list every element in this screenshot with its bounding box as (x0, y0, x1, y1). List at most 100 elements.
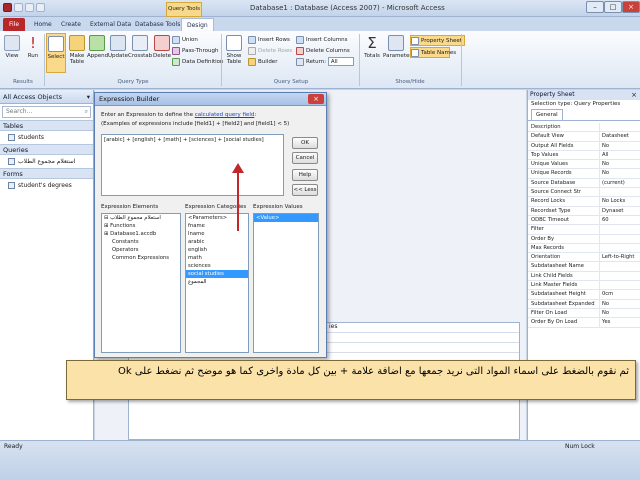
update-button[interactable]: Update (108, 35, 128, 59)
insert-columns-button[interactable]: Insert Columns (296, 35, 354, 46)
data-definition-button[interactable]: Data Definition (172, 57, 224, 68)
list-item[interactable]: ⊞ Database1.accdb (102, 230, 180, 238)
view-button[interactable]: View (2, 35, 22, 59)
table-names-button[interactable]: Table Names (410, 47, 456, 58)
list-item[interactable]: Constants (102, 238, 180, 246)
property-sheet-button[interactable]: Property Sheet (410, 35, 465, 46)
property-value[interactable]: No (600, 169, 640, 177)
list-item[interactable]: ⊞ Functions (102, 222, 180, 230)
tab-file[interactable]: File (3, 18, 25, 31)
property-value[interactable] (600, 262, 640, 270)
property-row[interactable]: Filter (528, 225, 640, 235)
minimize-button[interactable]: – (586, 1, 604, 13)
select-button[interactable]: Select (46, 33, 66, 73)
undo-icon[interactable] (25, 3, 34, 12)
nav-section-forms[interactable]: Forms (0, 168, 93, 179)
tab-home[interactable]: Home (29, 18, 57, 31)
values-list[interactable]: <Value> (253, 213, 319, 353)
property-value[interactable] (600, 235, 640, 243)
property-value[interactable]: All (600, 151, 640, 159)
list-item[interactable]: math (186, 254, 248, 262)
totals-button[interactable]: Σ Totals (362, 35, 382, 59)
nav-section-tables[interactable]: Tables (0, 120, 93, 131)
property-value[interactable] (600, 272, 640, 280)
property-value[interactable]: (current) (600, 179, 640, 187)
property-value[interactable]: Datasheet (600, 132, 640, 140)
property-row[interactable]: Subdatasheet Height 0cm (528, 290, 640, 300)
property-row[interactable]: ODBC Timeout 60 (528, 215, 640, 226)
show-table-button[interactable]: Show Table (223, 35, 245, 65)
property-row[interactable]: Record Locks No Locks (528, 197, 640, 207)
cancel-button[interactable]: Cancel (292, 152, 318, 164)
calculated-field-link[interactable]: calculated query field (195, 112, 255, 118)
parameters-button[interactable]: Parameters (383, 35, 414, 59)
run-button[interactable]: ! Run (23, 35, 43, 59)
insert-rows-button[interactable]: Insert Rows (248, 35, 292, 46)
property-value[interactable]: No (600, 300, 640, 308)
dialog-close-button[interactable]: × (308, 94, 324, 104)
delete-button[interactable]: Delete (152, 35, 172, 59)
list-item[interactable]: <Value> (254, 214, 318, 222)
property-row[interactable]: Top Values All (528, 150, 640, 161)
ok-button[interactable]: OK (292, 137, 318, 149)
property-value[interactable]: No (600, 160, 640, 168)
categories-list[interactable]: <Parameters> fname lname arabic english math s… (185, 213, 249, 353)
maximize-button[interactable]: □ (604, 1, 622, 13)
nav-item-total-query[interactable]: استعلام مجموع الطلاب (0, 155, 93, 168)
builder-button[interactable]: Builder (248, 57, 292, 68)
chevron-down-icon[interactable]: ▾ (87, 90, 90, 104)
property-row[interactable]: Max Records (528, 243, 640, 254)
property-row[interactable]: Subdatasheet Name (528, 262, 640, 272)
close-button[interactable]: × (622, 1, 640, 13)
tab-design[interactable]: Design (181, 18, 214, 31)
delete-columns-button[interactable]: Delete Columns (296, 46, 354, 57)
property-value[interactable]: No (600, 309, 640, 317)
expression-input[interactable]: [arabic] + [english] + [math] + [science… (101, 134, 284, 196)
property-row[interactable]: Orientation Left-to-Right (528, 253, 640, 263)
list-item[interactable]: Operators (102, 246, 180, 254)
list-item[interactable]: english (186, 246, 248, 254)
property-row[interactable]: Description (528, 123, 640, 133)
property-value[interactable]: Dynaset (600, 207, 640, 215)
tab-database-tools[interactable]: Database Tools (130, 18, 185, 31)
access-icon[interactable] (3, 3, 12, 12)
property-row[interactable]: Source Database (current) (528, 178, 640, 189)
list-item[interactable]: sciences (186, 262, 248, 270)
property-value[interactable]: Left-to-Right (600, 253, 640, 261)
property-value[interactable] (600, 123, 640, 131)
save-icon[interactable] (14, 3, 23, 12)
property-value[interactable] (600, 244, 640, 252)
list-item[interactable]: social studies (186, 270, 248, 278)
tab-external-data[interactable]: External Data (85, 18, 136, 31)
property-row[interactable]: Link Child Fields (528, 271, 640, 282)
close-icon[interactable]: × (631, 91, 637, 99)
pass-through-button[interactable]: Pass-Through (172, 46, 224, 57)
property-row[interactable]: Source Connect Str (528, 188, 640, 198)
property-value[interactable]: 60 (600, 216, 640, 224)
append-button[interactable]: Append (87, 35, 108, 59)
property-row[interactable]: Link Master Fields (528, 281, 640, 291)
property-row[interactable]: Order By (528, 234, 640, 244)
property-row[interactable]: Output All Fields No (528, 141, 640, 151)
property-value[interactable]: Yes (600, 318, 640, 326)
union-button[interactable]: Union (172, 35, 224, 46)
property-value[interactable]: 0cm (600, 290, 640, 298)
elements-list[interactable]: ⊟ استعلام مجموع الطلاب ⊞ Functions ⊞ Dat… (101, 213, 181, 353)
redo-icon[interactable] (36, 3, 45, 12)
help-button[interactable]: Help (292, 169, 318, 181)
list-item[interactable]: ⊟ استعلام مجموع الطلاب (102, 214, 180, 222)
nav-search-input[interactable]: Search... ⌕ (2, 106, 91, 118)
list-item[interactable]: arabic (186, 238, 248, 246)
nav-section-queries[interactable]: Queries (0, 144, 93, 155)
property-value[interactable] (600, 281, 640, 289)
property-row[interactable]: Subdatasheet Expanded No (528, 299, 640, 309)
property-value[interactable]: No Locks (600, 197, 640, 205)
nav-item-degrees-form[interactable]: student's degrees (0, 179, 93, 192)
tab-create[interactable]: Create (56, 18, 86, 31)
crosstab-button[interactable]: Crosstab (128, 35, 152, 59)
property-row[interactable]: Order By On Load Yes (528, 318, 640, 328)
property-row[interactable]: Filter On Load No (528, 308, 640, 319)
property-row[interactable]: Unique Values No (528, 160, 640, 170)
delete-rows-button[interactable]: Delete Rows (248, 46, 292, 57)
nav-header[interactable]: All Access Objects ▾ (0, 90, 93, 104)
